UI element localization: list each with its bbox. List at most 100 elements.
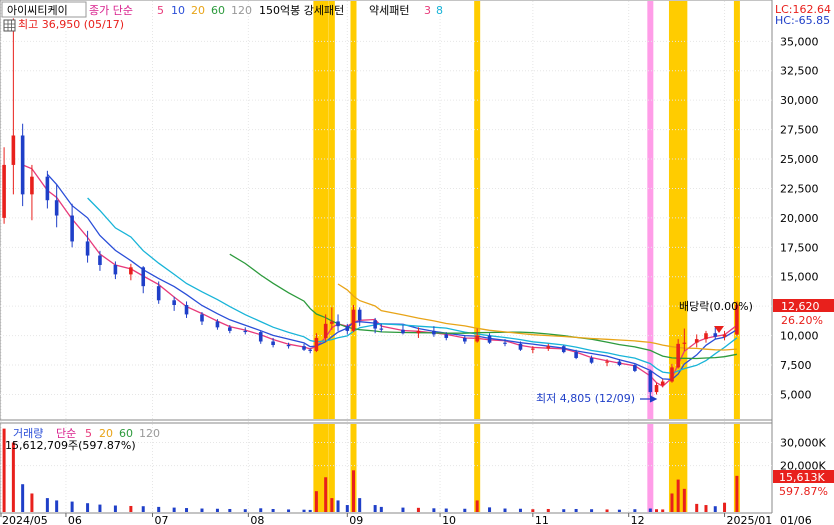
x-tick-label: 2025/01 [727,514,773,525]
volume-bar [336,500,340,512]
volume-tick-label: 30,000K [780,437,826,450]
price-panel [0,0,773,421]
volume-bar [215,508,219,512]
volume-bar [648,508,652,512]
candle-body [561,346,566,353]
candle-body [351,309,356,331]
candle-body [704,333,708,340]
volume-bar [21,484,25,512]
x-tick-label: 09 [349,514,363,525]
volume-bar [200,508,204,512]
stock-name: 아이씨티케이 [7,4,68,17]
volume-bar [488,507,492,512]
volume-bar [531,509,535,512]
volume-bar [98,504,102,512]
volume-bar [185,508,189,512]
volume-bar [70,501,74,512]
strong-pattern-band-price [313,1,329,419]
volume-bar [157,506,161,512]
candle-body [357,309,362,321]
candle-body [345,326,350,331]
candle-body [172,300,176,305]
candle-body [54,200,59,216]
price-tick-label: 25,000 [780,153,819,166]
candle-body [330,321,334,324]
ma120-legend: 120 [231,4,252,17]
volume-bar [735,475,739,512]
chart-window: 35,000 32,500 30,000 27,500 25,000 22,500 20,0… [0,0,834,525]
volume-bar [444,508,448,512]
candle-body [20,135,25,195]
strong-pattern-band-volume [474,424,481,512]
volume-bar [259,508,263,512]
volume-bar [86,503,90,512]
price-tick-label: 20,000 [780,212,819,225]
candle-body [589,357,594,363]
candle-body [302,346,306,350]
volume-bar [633,509,637,512]
volume-bar [503,508,507,512]
current-volume-pct: 597.87% [779,485,828,498]
candle-body [722,334,727,337]
ma10-legend: 10 [171,4,185,17]
volume-bar [475,500,479,512]
volume-bar [373,505,377,512]
candle-body [574,352,578,358]
candle-body [228,327,232,331]
volume-bar [129,505,133,512]
price-tick-label: 22,500 [780,182,819,195]
candle-body [475,335,479,342]
volume-bar [463,508,467,512]
candle-body [141,267,146,287]
weak-legend: 약세패턴 [369,3,409,17]
candle-body [308,349,313,351]
candle-body [70,215,74,242]
volume-bar [617,509,621,512]
candle-body [660,381,665,386]
candle-body [713,333,718,337]
weak-count-2: 8 [436,4,443,17]
weak-count-1: 3 [424,4,431,17]
volume-bar [416,507,420,512]
x-tick-label: 01/06 [780,514,812,525]
pattern-legend: 150억봉 강세패턴 [259,4,344,17]
volume-bar [723,502,727,512]
strong-pattern-band-price [733,1,740,419]
candle-body [200,314,204,322]
volume-bar [228,508,232,512]
candle-body [215,321,220,328]
candle-body [444,334,449,338]
strong-pattern-band-price [350,1,357,419]
x-tick-label: 07 [155,514,169,525]
grid-icon[interactable] [3,19,16,32]
volume-bar [172,507,176,512]
candle-body [113,264,118,275]
price-tick-label: 15,000 [780,271,819,284]
candle-body [401,329,405,334]
candle-body [323,323,328,338]
candle-body [670,367,674,382]
stock-chart: 35,00032,50030,00027,50025,00022,50020,0… [0,0,834,525]
volume-bar [695,503,699,512]
candle-body [605,361,609,363]
candle-body [336,321,340,327]
dividend-annotation: 배당락(0.00%) [679,300,753,313]
candle-body [243,330,248,333]
candle-body [648,370,653,393]
candle-body [271,341,275,346]
price-tick-label: 10,000 [780,330,819,343]
volume-bar [351,470,355,512]
candle-body [432,330,436,335]
volume-bar [546,508,550,512]
volume-bar [30,493,34,512]
candle-body [156,286,161,301]
volume-bar [655,509,659,512]
strong-pattern-band-price [328,1,335,419]
candle-body [487,335,492,343]
current-price: 12,620 [781,300,820,313]
candle-body [463,337,467,342]
x-tick-label: 10 [442,514,456,525]
candle-body [98,255,102,265]
volume-panel [0,422,773,514]
volume-bar [518,508,522,512]
